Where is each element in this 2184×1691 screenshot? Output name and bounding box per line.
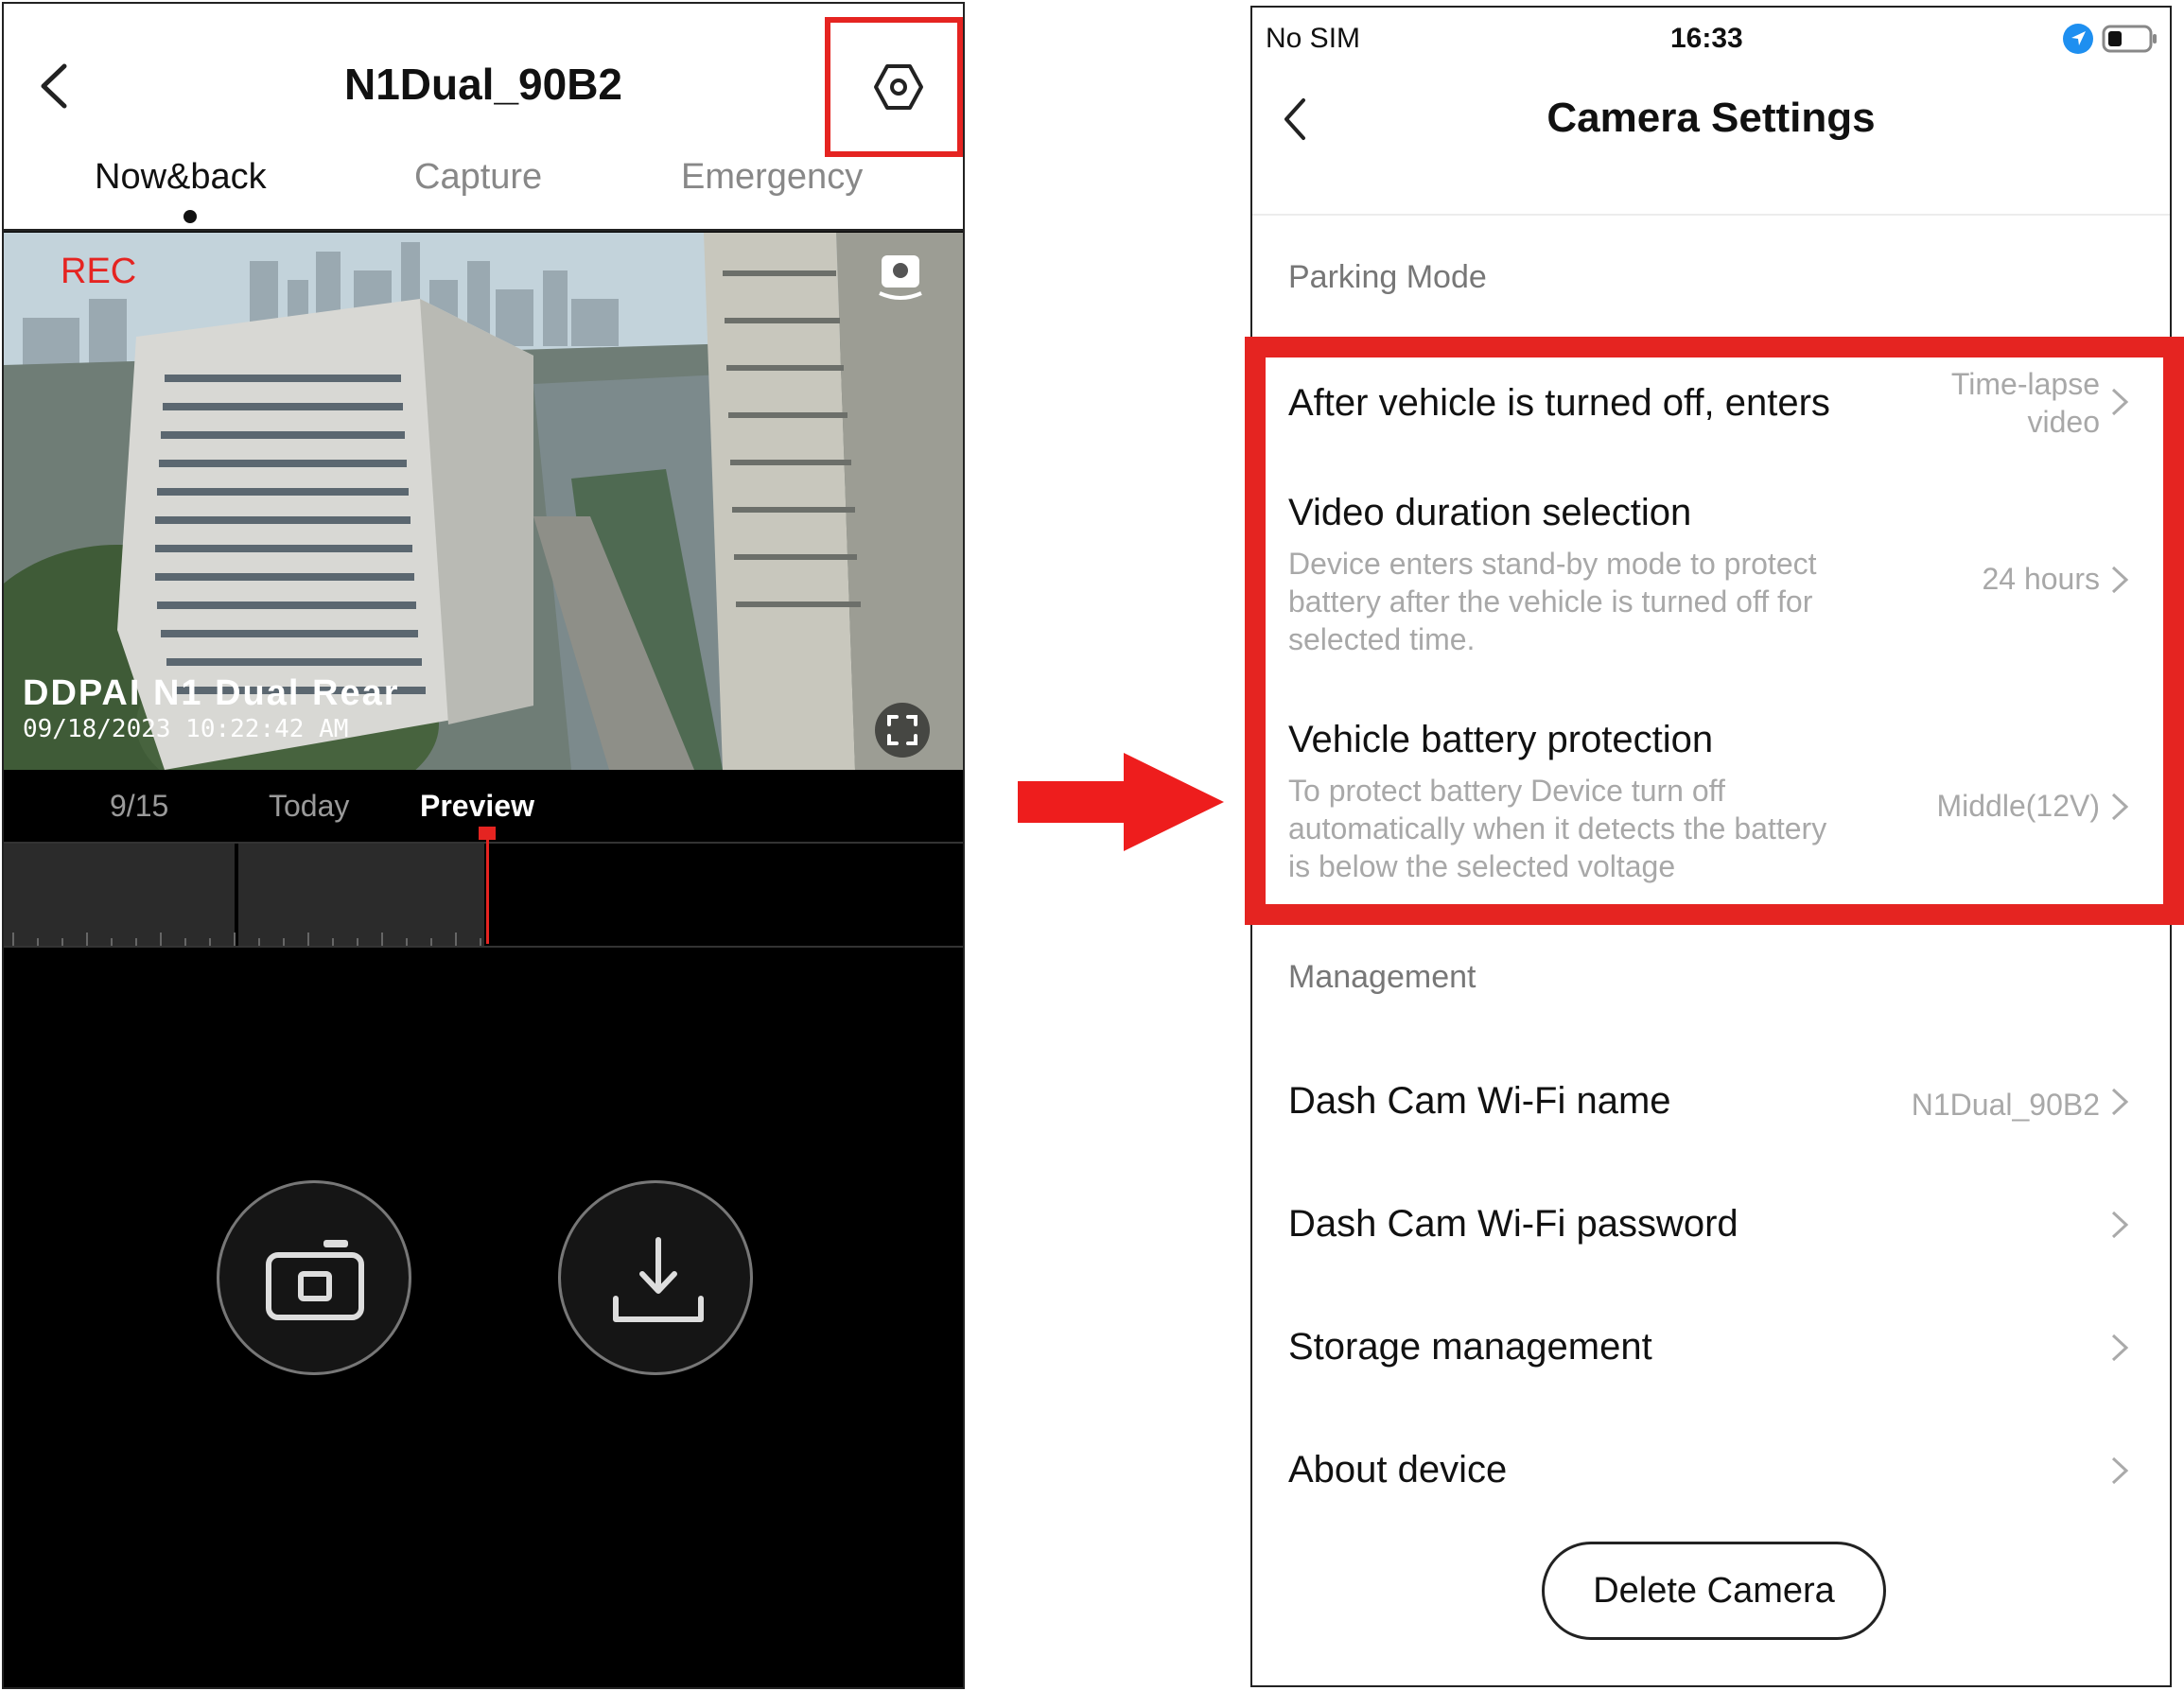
setting-row-wifi-name[interactable]: Dash Cam Wi-Fi name N1Dual_90B2 xyxy=(1252,1048,2170,1161)
delete-camera-button[interactable]: Delete Camera xyxy=(1542,1542,1886,1640)
left-header: N1Dual_90B2 Now&back Capture Emergency xyxy=(4,4,963,231)
tab-now-back[interactable]: Now&back xyxy=(95,157,267,198)
tab-emergency[interactable]: Emergency xyxy=(681,157,863,198)
chevron-right-icon xyxy=(2111,1456,2129,1485)
timeline-date-9-15[interactable]: 9/15 xyxy=(110,789,168,824)
arrow-right-icon xyxy=(1018,753,1224,851)
timeline-ticks xyxy=(12,933,481,946)
status-time: 16:33 xyxy=(1670,23,1743,54)
chevron-right-icon xyxy=(2111,1334,2129,1362)
active-tab-indicator xyxy=(183,210,197,223)
chevron-right-icon xyxy=(2111,1088,2129,1116)
setting-title: About device xyxy=(1288,1449,1508,1491)
setting-title: Dash Cam Wi-Fi password xyxy=(1288,1203,1738,1245)
dashcam-brand-watermark: DDPAI N1 Dual Rear xyxy=(23,673,400,713)
setting-value: N1Dual_90B2 xyxy=(1911,1088,2100,1122)
timeline-playhead-handle[interactable] xyxy=(479,827,496,840)
live-video-preview[interactable]: REC DDPAI N1 Dual Rear 09/18/2023 10:22:… xyxy=(4,233,963,770)
header-divider xyxy=(1252,214,2170,216)
video-timestamp: 09/18/2023 10:22:42 AM xyxy=(23,715,349,743)
camera-switch-icon[interactable] xyxy=(874,250,927,303)
location-icon xyxy=(2063,24,2093,54)
capture-photo-button[interactable] xyxy=(217,1180,411,1375)
section-header-management: Management xyxy=(1288,959,1476,995)
status-carrier: No SIM xyxy=(1266,23,1361,54)
setting-title: Dash Cam Wi-Fi name xyxy=(1288,1080,1671,1122)
setting-row-about-device[interactable]: About device xyxy=(1252,1417,2170,1530)
timeline-playhead[interactable] xyxy=(486,832,489,944)
page-title: Camera Settings xyxy=(1546,95,1876,141)
download-icon xyxy=(613,1237,704,1322)
download-button[interactable] xyxy=(558,1180,753,1375)
setting-row-wifi-password[interactable]: Dash Cam Wi-Fi password xyxy=(1252,1171,2170,1284)
header-divider xyxy=(4,229,963,232)
battery-icon xyxy=(2102,25,2157,53)
device-title: N1Dual_90B2 xyxy=(343,60,623,109)
rec-indicator: REC xyxy=(61,252,137,291)
chevron-right-icon xyxy=(2111,1211,2129,1239)
tab-capture[interactable]: Capture xyxy=(414,157,542,198)
settings-button-highlight-box xyxy=(825,17,963,157)
setting-row-storage-management[interactable]: Storage management xyxy=(1252,1294,2170,1407)
camera-icon xyxy=(266,1240,364,1320)
parking-mode-highlight-box xyxy=(1245,337,2184,925)
section-header-parking-mode: Parking Mode xyxy=(1288,259,1487,295)
left-phone-screen: N1Dual_90B2 Now&back Capture Emergency R… xyxy=(2,2,965,1689)
setting-title: Storage management xyxy=(1288,1326,1652,1368)
timeline-date-today[interactable]: Today xyxy=(269,789,349,824)
fullscreen-icon[interactable] xyxy=(874,702,931,758)
playback-timeline[interactable] xyxy=(4,842,963,948)
timeline-preview[interactable]: Preview xyxy=(420,789,534,824)
